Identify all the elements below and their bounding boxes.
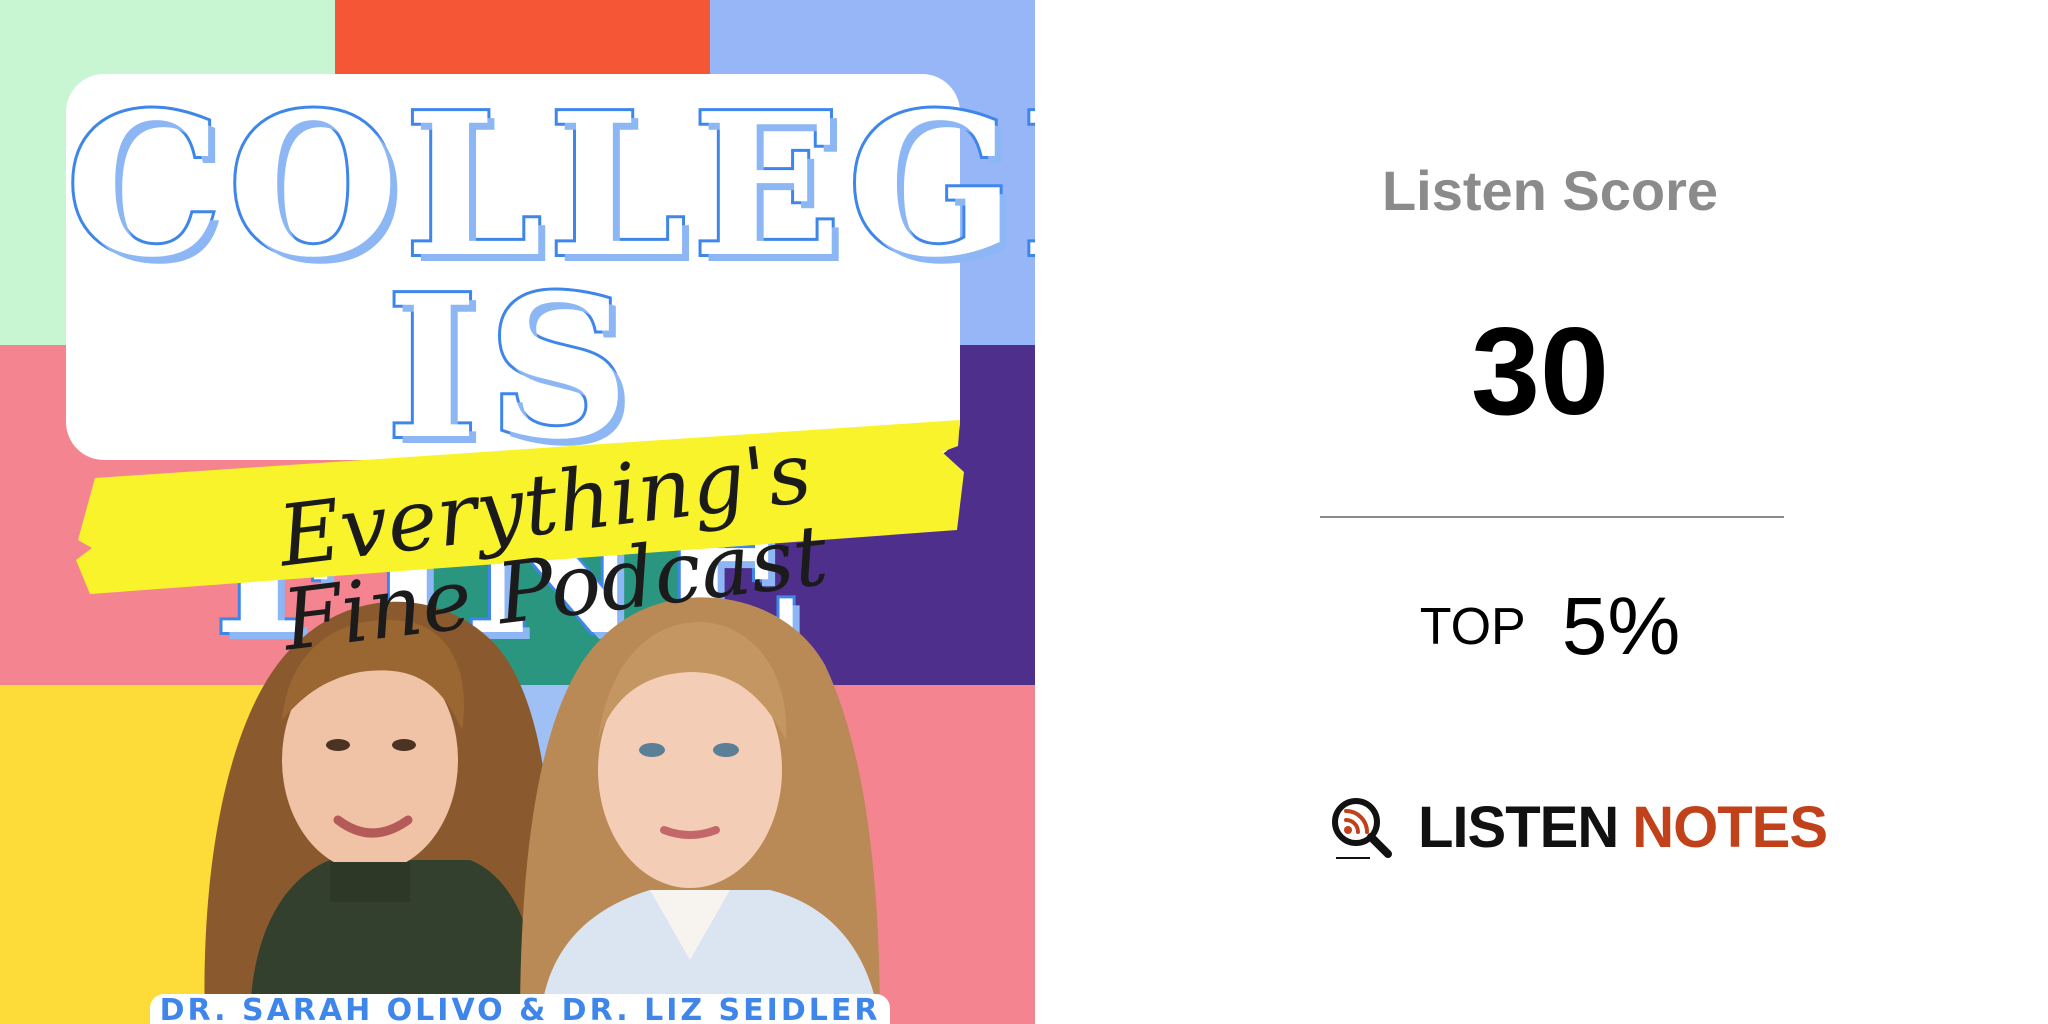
brand-word-listen: LISTEN xyxy=(1418,795,1619,860)
cover-hosts-text: DR. SARAH OLIVO & DR. LIZ SEIDLER xyxy=(159,993,881,1024)
brand-wordmark: LISTEN NOTES xyxy=(1418,799,1828,857)
rank-prefix: TOP xyxy=(1419,598,1526,656)
score-divider xyxy=(1320,516,1784,518)
cover-hosts-banner: DR. SARAH OLIVO & DR. LIZ SEIDLER xyxy=(150,994,890,1024)
rank-row: TOP 5% xyxy=(1320,580,1780,674)
host-right-photo xyxy=(520,597,880,1024)
listen-notes-brand: LISTEN NOTES xyxy=(1330,796,1828,860)
brand-word-notes: NOTES xyxy=(1632,795,1828,860)
podcast-cover-art: COLLEGE IS FINE Everything's Fine Po xyxy=(0,0,1035,1024)
rank-percentile: 5% xyxy=(1561,581,1681,672)
listen-score-label: Listen Score xyxy=(1381,159,1719,222)
listen-score-value: 30 xyxy=(1471,303,1609,441)
magnifier-rss-icon xyxy=(1332,798,1392,859)
